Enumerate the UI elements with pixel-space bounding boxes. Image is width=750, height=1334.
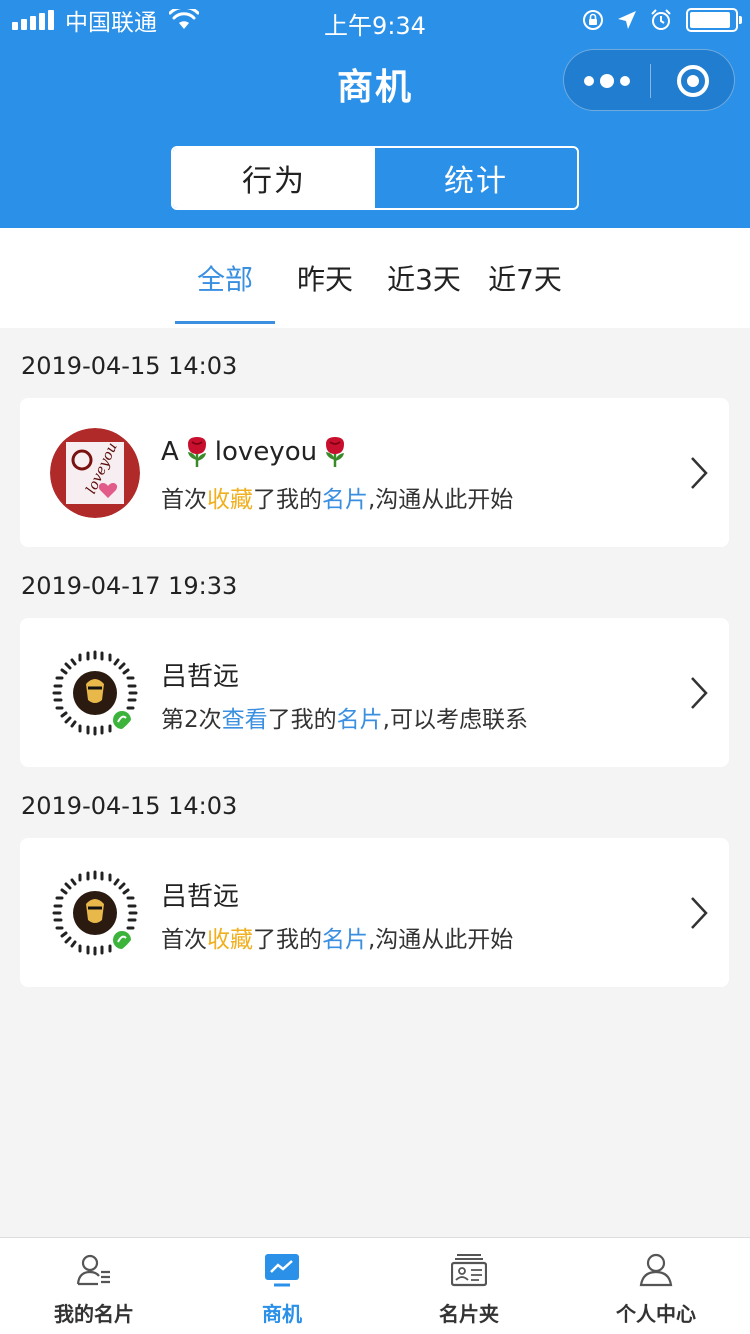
tabbar-label: 商机 — [262, 1302, 302, 1326]
rose-icon — [326, 437, 345, 467]
record-name: 吕哲远 — [161, 882, 240, 912]
target-close-icon — [677, 65, 709, 97]
desc-mid: 了我的 — [253, 927, 322, 953]
desc-object: 名片 — [322, 487, 368, 513]
name-suffix: loveyou — [214, 437, 318, 467]
record-card[interactable]: 吕哲远 第2次查看了我的名片,可以考虑联系 — [20, 618, 729, 767]
more-button[interactable] — [564, 50, 650, 112]
tab-3-days[interactable]: 近3天 — [378, 228, 470, 328]
rose-icon — [187, 437, 206, 467]
record-description: 第2次查看了我的名片,可以考虑联系 — [161, 700, 528, 734]
desc-action: 收藏 — [207, 487, 253, 513]
tabbar-item-opportunity[interactable]: 商机 — [188, 1238, 376, 1334]
header: 中国联通 上午9:34 商机 行为 统计 — [0, 0, 750, 228]
battery-icon — [686, 8, 742, 32]
desc-action: 收藏 — [207, 927, 253, 953]
location-arrow-icon — [618, 11, 636, 29]
mini-program-capsule — [563, 49, 735, 111]
desc-pre: 首次 — [161, 927, 207, 953]
tabbar-label: 名片夹 — [439, 1302, 499, 1326]
record-description: 首次收藏了我的名片,沟通从此开始 — [161, 920, 513, 954]
chevron-right-icon — [691, 897, 708, 929]
tabbar-item-profile[interactable]: 个人中心 — [562, 1238, 750, 1334]
card-holder-icon — [451, 1254, 487, 1287]
record-card[interactable]: loveyou A loveyou 首次收藏了我的名片,沟通从此开始 — [20, 398, 729, 547]
desc-action: 查看 — [221, 707, 268, 733]
record-description: 首次收藏了我的名片,沟通从此开始 — [161, 480, 513, 514]
qr-code-avatar — [50, 868, 140, 958]
tabbar-label: 个人中心 — [616, 1302, 696, 1326]
chevron-right-icon — [691, 677, 708, 709]
tab-all[interactable]: 全部 — [175, 228, 275, 328]
close-button[interactable] — [650, 50, 736, 112]
person-icon — [639, 1253, 673, 1287]
record-name: 吕哲远 — [161, 662, 240, 692]
qr-code-avatar — [50, 648, 140, 738]
tab-7-days[interactable]: 近7天 — [480, 228, 570, 328]
tabbar-item-card-holder[interactable]: 名片夹 — [375, 1238, 563, 1334]
page: 中国联通 上午9:34 商机 行为 统计 全部 昨天 近3天 近7天 2019-… — [0, 0, 750, 1334]
desc-pre: 首次 — [161, 487, 207, 513]
desc-mid: 了我的 — [267, 707, 337, 733]
record-date: 2019-04-17 19:33 — [21, 572, 238, 600]
tabbar-item-my-card[interactable]: 我的名片 — [0, 1238, 188, 1334]
record-name: A loveyou — [161, 436, 353, 468]
record-date: 2019-04-15 14:03 — [21, 352, 238, 380]
desc-post: ,沟通从此开始 — [368, 487, 514, 513]
loveyou-avatar: loveyou — [50, 428, 140, 518]
tabbar-label: 我的名片 — [54, 1302, 134, 1326]
chart-icon — [265, 1254, 299, 1287]
desc-post: ,可以考虑联系 — [382, 707, 528, 733]
filter-tabs: 全部 昨天 近3天 近7天 — [0, 228, 750, 328]
record-card[interactable]: 吕哲远 首次收藏了我的名片,沟通从此开始 — [20, 838, 729, 987]
desc-post: ,沟通从此开始 — [368, 927, 514, 953]
desc-mid: 了我的 — [253, 487, 322, 513]
segment-control: 行为 统计 — [171, 146, 579, 210]
name-prefix: A — [161, 437, 179, 467]
tab-yesterday[interactable]: 昨天 — [285, 228, 365, 328]
desc-object: 名片 — [322, 927, 368, 953]
status-right — [570, 6, 742, 34]
alarm-icon — [651, 9, 671, 30]
desc-object: 名片 — [336, 707, 383, 733]
segment-behavior[interactable]: 行为 — [173, 148, 375, 208]
record-date: 2019-04-15 14:03 — [21, 792, 238, 820]
chevron-right-icon — [691, 457, 708, 489]
tab-underline — [175, 321, 275, 324]
desc-pre: 第2次 — [161, 707, 222, 733]
user-card-icon — [76, 1254, 110, 1286]
status-bar: 中国联通 上午9:34 — [0, 0, 750, 40]
segment-statistics[interactable]: 统计 — [375, 148, 577, 208]
rotation-lock-icon — [583, 10, 603, 30]
bottom-tab-bar: 我的名片 商机 名片夹 个人中心 — [0, 1237, 750, 1334]
